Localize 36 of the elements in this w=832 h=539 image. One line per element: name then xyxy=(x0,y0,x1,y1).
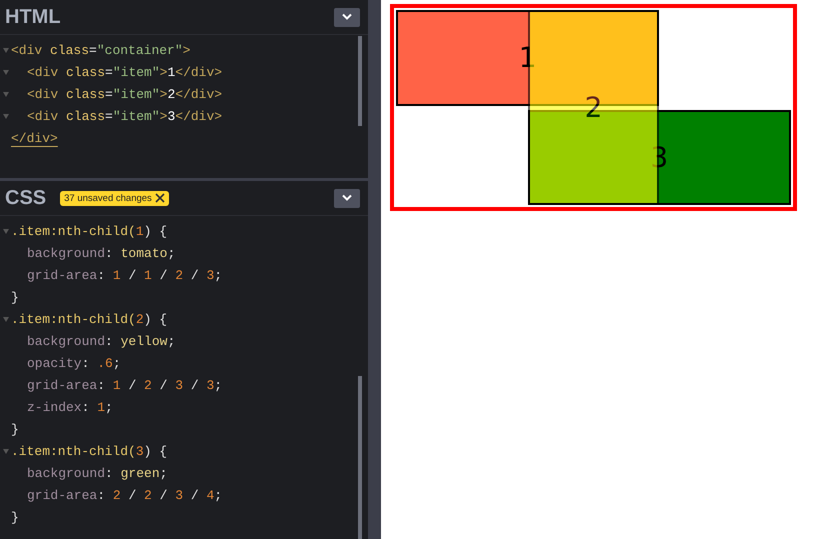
fold-arrow-icon[interactable] xyxy=(2,448,8,454)
code-line: grid-area: 1 / 2 / 3 / 3; xyxy=(27,378,222,392)
code-line: } xyxy=(11,290,19,304)
fold-arrow-icon[interactable] xyxy=(2,114,8,118)
fold-arrow-icon[interactable] xyxy=(2,48,8,52)
chevron-down-icon xyxy=(341,13,353,21)
code-line: opacity: .6; xyxy=(27,356,121,370)
close-icon[interactable] xyxy=(154,193,165,203)
code-line: <div class="item">1</div> xyxy=(27,64,222,80)
code-line: .item:nth-child(3) { xyxy=(11,444,168,458)
scrollbar[interactable] xyxy=(358,36,362,126)
fold-arrow-icon[interactable] xyxy=(2,92,8,96)
code-line: } xyxy=(11,422,19,436)
chevron-down-icon xyxy=(341,194,353,202)
code-line: .item:nth-child(2) { xyxy=(11,312,168,326)
code-line: background: tomato; xyxy=(27,246,176,260)
code-line: <div class="item">2</div> xyxy=(27,86,222,102)
panel-title: HTML xyxy=(5,6,61,28)
code-line: z-index: 1; xyxy=(27,400,113,414)
code-line: background: yellow; xyxy=(27,334,176,348)
dropdown-button[interactable] xyxy=(334,188,360,208)
code-line: grid-area: 1 / 1 / 2 / 3; xyxy=(27,268,222,282)
fold-arrow-icon[interactable] xyxy=(2,70,8,74)
fold-arrow-icon[interactable] xyxy=(2,228,8,234)
code-line: background: green; xyxy=(27,466,168,480)
fold-arrow-icon[interactable] xyxy=(2,316,8,322)
dropdown-button[interactable] xyxy=(334,8,360,26)
scrollbar[interactable] xyxy=(358,376,362,539)
code-line: .item:nth-child(1) { xyxy=(11,224,168,238)
unsaved-changes-badge[interactable]: 37 unsaved changes xyxy=(60,190,169,206)
panel-title: CSS xyxy=(5,186,46,210)
code-line: </div> xyxy=(11,130,58,146)
code-line: grid-area: 2 / 2 / 3 / 4; xyxy=(27,488,222,502)
code-line: } xyxy=(11,510,19,524)
code-line: <div class="item">3</div> xyxy=(27,108,222,124)
code-line: <div class="container"> xyxy=(11,42,190,58)
